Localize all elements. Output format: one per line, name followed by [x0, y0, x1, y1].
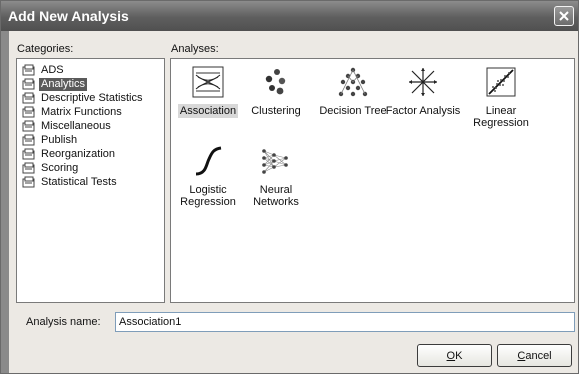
analysis-label: Factor Analysis — [385, 105, 461, 117]
add-new-analysis-dialog: Add New Analysis Categories: Analyses: A… — [0, 0, 579, 374]
folder-icon — [22, 148, 35, 160]
folder-icon — [22, 92, 35, 104]
category-label: Reorganization — [41, 147, 115, 160]
category-item-publish[interactable]: Publish — [22, 133, 79, 147]
folder-icon — [22, 134, 35, 146]
category-item-miscellaneous[interactable]: Miscellaneous — [22, 119, 113, 133]
association-icon — [192, 66, 224, 98]
analysis-label: Linear Regression — [473, 105, 529, 129]
ok-button[interactable]: OK — [417, 344, 492, 367]
category-item-statistical-tests[interactable]: Statistical Tests — [22, 175, 119, 189]
analysis-item-association[interactable]: Association — [172, 66, 244, 118]
folder-icon — [22, 176, 35, 188]
category-label: Matrix Functions — [41, 105, 122, 118]
logistic-regression-icon — [195, 146, 222, 176]
category-label: Miscellaneous — [41, 119, 111, 132]
analysis-item-factor-analysis[interactable]: Factor Analysis — [382, 66, 464, 118]
analyses-label: Analyses: — [171, 43, 219, 55]
clustering-icon — [265, 69, 286, 95]
category-label: Publish — [41, 133, 78, 146]
category-item-matrix-functions[interactable]: Matrix Functions — [22, 105, 124, 119]
title-bar[interactable]: Add New Analysis — [1, 1, 578, 31]
ok-mnemonic: O — [446, 349, 456, 362]
analyses-list[interactable]: Association Clustering Decision Tree Fac… — [170, 58, 575, 303]
window-frame-left — [1, 31, 9, 373]
category-label: ADS — [41, 63, 64, 76]
folder-icon — [22, 64, 35, 76]
category-label: Descriptive Statistics — [41, 91, 143, 104]
cancel-mnemonic: C — [517, 349, 526, 362]
cancel-button[interactable]: Cancel — [497, 344, 572, 367]
category-item-scoring[interactable]: Scoring — [22, 161, 80, 175]
analysis-name-input[interactable] — [115, 312, 575, 332]
category-label: Statistical Tests — [41, 175, 117, 188]
categories-label: Categories: — [17, 43, 74, 55]
category-item-descriptive-statistics[interactable]: Descriptive Statistics — [22, 91, 144, 105]
analysis-item-linear-regression[interactable]: Linear Regression — [463, 66, 539, 130]
category-label: Scoring — [41, 161, 79, 174]
category-item-analytics[interactable]: Analytics — [22, 77, 88, 91]
analysis-item-logistic-regression[interactable]: Logistic Regression — [172, 145, 244, 209]
factor-analysis-icon — [409, 68, 437, 96]
folder-icon — [22, 78, 35, 90]
linear-regression-icon — [486, 67, 516, 97]
analysis-label: Clustering — [251, 105, 301, 117]
close-icon — [559, 11, 569, 21]
close-button[interactable] — [554, 6, 574, 26]
decision-tree-icon — [338, 67, 368, 97]
analysis-label: Logistic Regression — [180, 184, 236, 208]
ok-label-rest: K — [455, 349, 463, 362]
analysis-label: Neural Networks — [253, 184, 299, 208]
categories-list[interactable]: ADS Analytics Descriptive Statistics Mat… — [16, 58, 165, 303]
category-item-reorganization[interactable]: Reorganization — [22, 147, 117, 161]
folder-icon — [22, 162, 35, 174]
folder-icon — [22, 120, 35, 132]
window-title: Add New Analysis — [8, 8, 129, 24]
analysis-name-label: Analysis name: — [26, 316, 101, 328]
analysis-label: Association — [177, 104, 239, 118]
analysis-item-clustering[interactable]: Clustering — [240, 66, 312, 118]
analysis-label: Decision Tree — [319, 105, 387, 117]
analysis-item-neural-networks[interactable]: Neural Networks — [240, 145, 312, 209]
category-label: Analytics — [39, 77, 88, 91]
category-item-ads[interactable]: ADS — [22, 63, 66, 77]
folder-icon — [22, 106, 35, 118]
cancel-label-rest: ancel — [525, 349, 552, 362]
neural-networks-icon — [262, 149, 288, 174]
